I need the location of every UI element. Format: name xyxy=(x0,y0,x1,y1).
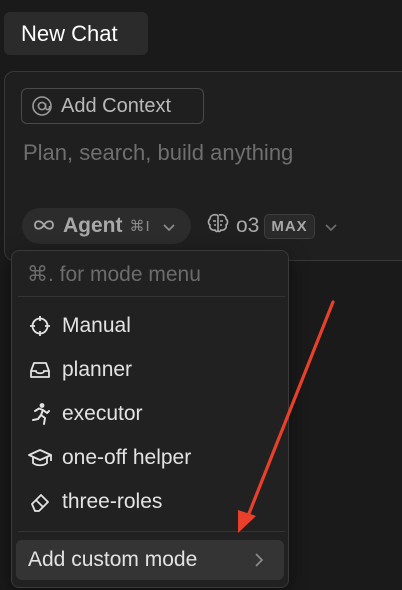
mode-item-manual[interactable]: Manual xyxy=(16,306,284,346)
at-sign-icon xyxy=(31,95,53,117)
mode-menu-search-input[interactable]: ⌘. for mode menu xyxy=(27,262,201,287)
add-context-button[interactable]: Add Context xyxy=(21,88,204,124)
chevron-down-icon xyxy=(163,214,175,238)
model-selector-button[interactable]: o3 MAX xyxy=(206,208,337,244)
add-custom-mode-button[interactable]: Add custom mode xyxy=(16,540,284,580)
chevron-right-icon xyxy=(254,550,264,574)
composer-placeholder: Plan, search, build anything xyxy=(23,140,294,165)
add-context-label: Add Context xyxy=(61,94,172,117)
add-custom-mode-label: Add custom mode xyxy=(28,548,198,571)
running-person-icon xyxy=(28,402,52,426)
mode-menu-search-placeholder: ⌘. for mode menu xyxy=(27,263,201,286)
mode-item-executor[interactable]: executor xyxy=(16,394,284,434)
mode-shortcut: ⌘I xyxy=(129,218,151,235)
mode-item-three-roles[interactable]: three-roles xyxy=(16,482,284,522)
mode-item-label: Manual xyxy=(62,314,131,337)
inbox-icon xyxy=(28,358,52,382)
mode-item-label: executor xyxy=(62,402,143,425)
composer-input[interactable]: Plan, search, build anything xyxy=(23,140,293,166)
max-badge: MAX xyxy=(264,213,315,239)
brain-icon xyxy=(206,212,230,240)
menu-divider xyxy=(18,531,285,532)
graduation-cap-icon xyxy=(28,446,52,470)
chevron-down-icon xyxy=(325,214,337,238)
crosshair-icon xyxy=(28,314,52,338)
menu-divider xyxy=(18,296,285,297)
tab-label: New Chat xyxy=(21,20,118,46)
mode-label: Agent xyxy=(63,214,123,237)
mode-item-label: planner xyxy=(62,358,133,381)
mode-item-planner[interactable]: planner xyxy=(16,350,284,390)
eraser-icon xyxy=(28,490,52,514)
infinity-icon xyxy=(32,214,56,238)
tab-new-chat[interactable]: New Chat xyxy=(4,12,148,55)
model-name: o3 xyxy=(236,214,260,237)
mode-item-label: one-off helper xyxy=(62,446,192,469)
mode-selector-button[interactable]: Agent ⌘I xyxy=(22,208,191,244)
mode-item-one-off-helper[interactable]: one-off helper xyxy=(16,438,284,478)
mode-item-label: three-roles xyxy=(62,490,163,513)
